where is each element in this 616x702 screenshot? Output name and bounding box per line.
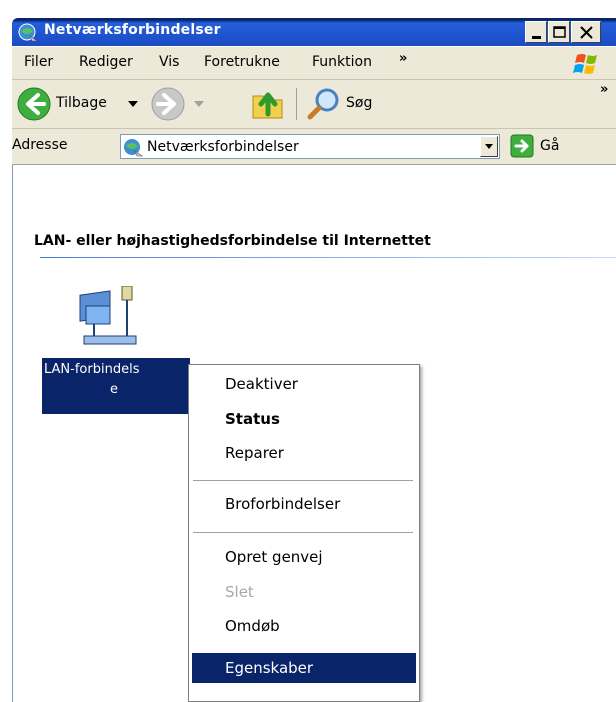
lan-connection-icon[interactable]: [74, 286, 154, 352]
go-label: Gå: [540, 138, 560, 154]
maximize-button[interactable]: [548, 21, 570, 43]
forward-button[interactable]: [150, 86, 210, 122]
context-menu: Deaktiver Status Reparer Broforbindelser…: [188, 364, 420, 702]
address-dropdown-button[interactable]: [480, 136, 498, 157]
address-label: Adresse: [12, 137, 68, 153]
menu-item-reparer[interactable]: Reparer: [225, 444, 284, 462]
network-connections-icon: [124, 139, 143, 157]
back-arrow-icon: [17, 87, 51, 121]
back-dropdown-icon[interactable]: [128, 101, 138, 109]
address-input[interactable]: Netværksforbindelser: [120, 134, 500, 159]
menu-item-broforbindelser[interactable]: Broforbindelser: [225, 495, 340, 513]
lan-connection-label[interactable]: LAN-forbindels e: [42, 358, 190, 414]
menu-overflow-chevron[interactable]: »: [399, 51, 407, 66]
menu-item-omdob[interactable]: Omdøb: [225, 617, 280, 635]
window-title: Netværksforbindelser: [44, 22, 221, 38]
group-divider: [40, 257, 616, 258]
toolbar: Tilbage Søg »: [12, 80, 616, 129]
minimize-button[interactable]: [525, 21, 547, 43]
address-value: Netværksforbindelser: [147, 139, 299, 155]
folder-up-icon[interactable]: [250, 86, 286, 122]
windows-logo-icon: [573, 54, 597, 74]
network-connections-icon: [18, 23, 38, 42]
menu-item-egenskaber[interactable]: Egenskaber: [225, 659, 313, 677]
address-bar: Adresse Netværksforbindelser Gå: [12, 129, 616, 165]
toolbar-overflow-chevron[interactable]: »: [600, 82, 608, 97]
menu-separator: [193, 480, 413, 481]
search-icon: [307, 88, 339, 120]
menu-rediger[interactable]: Rediger: [79, 54, 133, 70]
menu-separator: [193, 532, 413, 533]
menu-filer[interactable]: Filer: [24, 54, 53, 70]
toolbar-separator: [296, 88, 297, 120]
chevron-down-icon: [485, 144, 493, 149]
back-button[interactable]: Tilbage: [16, 86, 146, 122]
maximize-icon: [553, 26, 566, 38]
minimize-icon: [532, 36, 541, 39]
search-button[interactable]: Søg: [306, 86, 416, 122]
group-heading: LAN- eller højhastighedsforbindelse til …: [34, 233, 431, 249]
menu-item-deaktiver[interactable]: Deaktiver: [225, 375, 298, 393]
menu-item-opret-genvej[interactable]: Opret genvej: [225, 548, 323, 566]
explorer-window: Netværksforbindelser Filer Rediger Vis F…: [0, 0, 616, 702]
search-label: Søg: [346, 95, 373, 111]
close-button[interactable]: [571, 21, 601, 43]
title-bar[interactable]: Netværksforbindelser: [12, 18, 616, 46]
lan-label-line1: LAN-forbindels: [44, 362, 140, 377]
menu-foretrukne[interactable]: Foretrukne: [204, 54, 280, 70]
go-arrow-icon: [510, 134, 534, 158]
lan-label-line2: e: [110, 382, 118, 397]
menu-item-slet: Slet: [225, 583, 254, 601]
menu-vis[interactable]: Vis: [159, 54, 179, 70]
go-button[interactable]: Gå: [510, 134, 590, 159]
menu-bar: Filer Rediger Vis Foretrukne Funktion »: [12, 47, 616, 80]
menu-item-status[interactable]: Status: [225, 410, 280, 428]
close-icon: [580, 26, 593, 39]
forward-arrow-icon: [151, 87, 185, 121]
forward-dropdown-icon: [194, 101, 204, 107]
menu-funktion[interactable]: Funktion: [312, 54, 372, 70]
back-label: Tilbage: [56, 95, 107, 111]
